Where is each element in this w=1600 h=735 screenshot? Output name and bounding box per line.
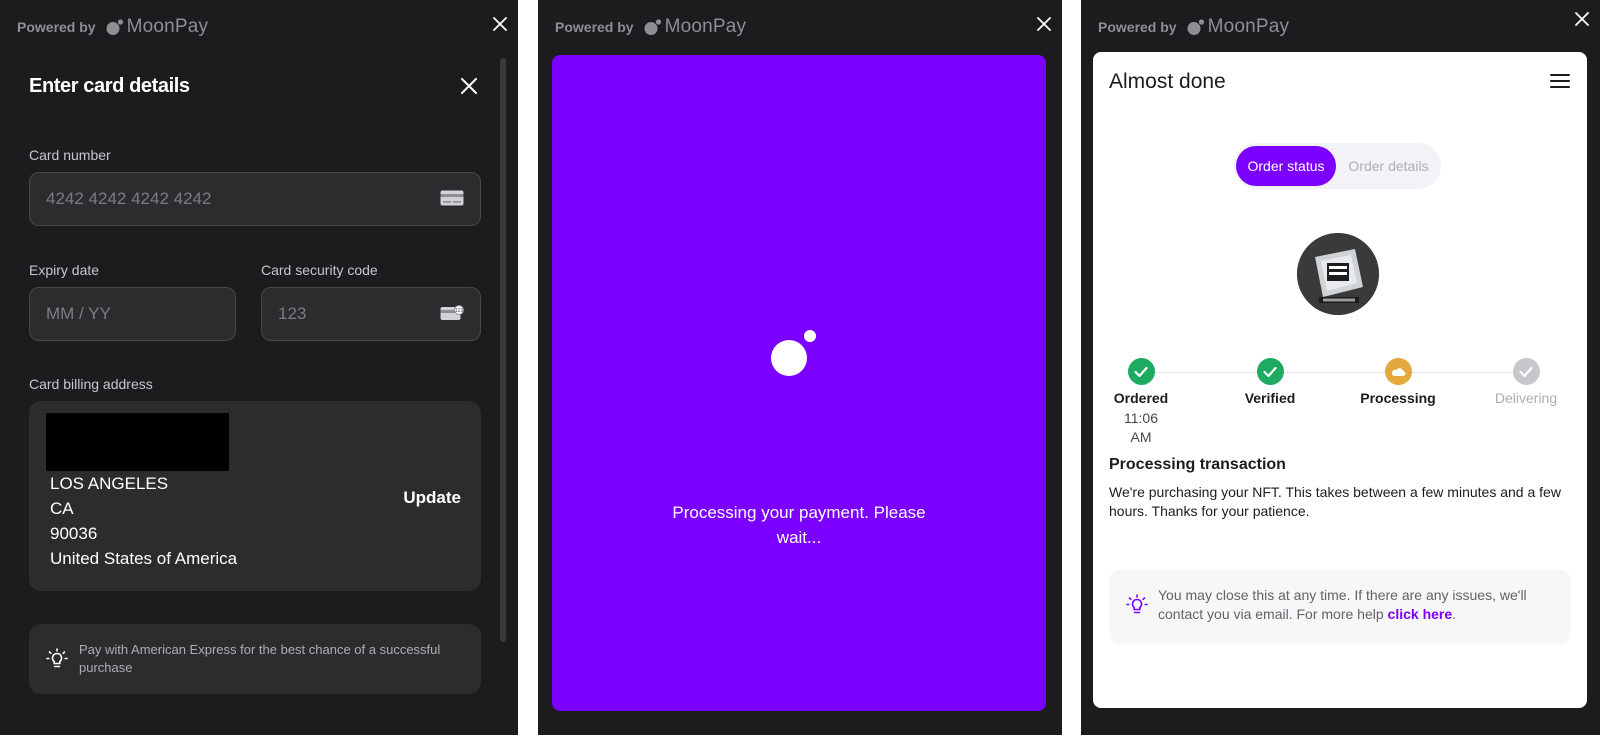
step-verified-label: Verified xyxy=(1244,390,1296,406)
lightbulb-icon xyxy=(1126,594,1148,621)
moonpay-logo: MoonPay xyxy=(644,16,747,38)
card-number-label: Card number xyxy=(29,147,111,163)
moonpay-logo-icon xyxy=(1187,19,1204,35)
step-processing-label: Processing xyxy=(1360,390,1436,406)
moonpay-logo-icon xyxy=(644,19,661,35)
moonpay-logo-icon xyxy=(106,19,123,35)
expiry-input[interactable]: MM / YY xyxy=(29,287,236,341)
card-form-close-button[interactable] xyxy=(458,75,480,97)
help-link[interactable]: click here xyxy=(1388,606,1453,622)
step-delivering: Delivering xyxy=(1471,358,1581,406)
help-text-body: You may close this at any time. If there… xyxy=(1158,587,1527,622)
powered-by-text: Powered by xyxy=(555,19,634,35)
help-text: You may close this at any time. If there… xyxy=(1158,586,1558,624)
card-number-placeholder: 4242 4242 4242 4242 xyxy=(46,189,212,208)
brand-name: MoonPay xyxy=(126,16,209,37)
expiry-label: Expiry date xyxy=(29,262,100,278)
help-info-box: You may close this at any time. If there… xyxy=(1110,570,1570,642)
billing-address-box: LOS ANGELES CA 90036 United States of Am… xyxy=(29,401,481,591)
moonpay-logo: MoonPay xyxy=(1187,16,1290,38)
lightbulb-icon xyxy=(46,648,68,675)
amex-tip-text: Pay with American Express for the best c… xyxy=(79,642,441,675)
powered-by-text: Powered by xyxy=(1098,19,1177,35)
update-address-button[interactable]: Update xyxy=(403,488,461,508)
check-icon xyxy=(1256,358,1284,385)
step-ordered-time: 11:06 AM xyxy=(1124,410,1158,445)
nft-thumbnail-image xyxy=(1297,233,1379,315)
check-icon xyxy=(1127,358,1155,385)
powered-by-text: Powered by xyxy=(17,19,96,35)
tab-order-details[interactable]: Order details xyxy=(1338,146,1439,186)
order-status-title: Almost done xyxy=(1109,70,1226,93)
help-text-suffix: . xyxy=(1452,606,1457,622)
moonpay-logo: MoonPay xyxy=(106,16,209,38)
hamburger-menu-icon[interactable] xyxy=(1549,72,1571,95)
step-ordered: Ordered 11:06 AM xyxy=(1086,358,1196,447)
moonpay-loader-icon xyxy=(768,329,818,384)
svg-text:123: 123 xyxy=(455,308,464,314)
panel-close-button[interactable] xyxy=(1572,9,1592,29)
close-icon xyxy=(493,17,507,31)
step-delivering-label: Delivering xyxy=(1494,390,1558,406)
progress-track xyxy=(1141,372,1527,373)
card-details-panel: Powered by MoonPay Enter card details Ca… xyxy=(0,0,518,735)
cvc-placeholder: 123 xyxy=(278,304,307,323)
powered-by-branding: Powered by MoonPay xyxy=(555,16,746,38)
close-icon xyxy=(1575,12,1589,26)
check-icon xyxy=(1512,358,1540,385)
cvc-label: Card security code xyxy=(261,262,378,278)
card-form-title: Enter card details xyxy=(29,75,190,97)
card-cvc-icon: 123 xyxy=(440,305,464,326)
step-processing: Processing xyxy=(1343,358,1453,406)
card-number-input[interactable]: 4242 4242 4242 4242 xyxy=(29,172,481,226)
step-ordered-label: Ordered xyxy=(1113,390,1169,406)
billing-address-label: Card billing address xyxy=(29,376,153,392)
tab-order-status[interactable]: Order status xyxy=(1236,146,1336,186)
order-tabs: Order status Order details xyxy=(1234,143,1441,189)
close-icon xyxy=(461,78,477,94)
close-icon xyxy=(1037,17,1051,31)
processing-screen: Processing your payment. Please wait... xyxy=(552,55,1046,711)
panel-close-button[interactable] xyxy=(490,14,510,34)
scrollbar[interactable] xyxy=(500,58,506,642)
address-city: LOS ANGELES xyxy=(50,474,169,493)
screenshot-stage: Powered by MoonPay Enter card details Ca… xyxy=(0,0,1600,735)
amex-tip-box: Pay with American Express for the best c… xyxy=(29,624,481,694)
address-country: United States of America xyxy=(50,549,238,568)
step-verified: Verified xyxy=(1215,358,1325,406)
order-status-card: Almost done Order status Order details O… xyxy=(1093,52,1587,708)
cloud-icon xyxy=(1384,358,1412,385)
credit-card-icon xyxy=(440,190,464,211)
processing-message: Processing your payment. Please wait... xyxy=(672,503,926,547)
expiry-placeholder: MM / YY xyxy=(46,304,111,323)
redacted-name-block xyxy=(46,413,229,471)
order-status-panel: Powered by MoonPay Almost done Order sta… xyxy=(1081,0,1600,735)
cvc-input[interactable]: 123 123 xyxy=(261,287,481,341)
processing-panel: Powered by MoonPay Processing your payme… xyxy=(538,0,1062,735)
panel-close-button[interactable] xyxy=(1034,14,1054,34)
brand-name: MoonPay xyxy=(664,16,747,37)
processing-transaction-body: We're purchasing your NFT. This takes be… xyxy=(1109,484,1561,519)
powered-by-branding: Powered by MoonPay xyxy=(1098,16,1289,38)
address-zip: 90036 xyxy=(50,524,98,543)
processing-transaction-title: Processing transaction xyxy=(1109,456,1286,473)
address-state: CA xyxy=(50,499,74,518)
powered-by-branding: Powered by MoonPay xyxy=(17,16,208,38)
brand-name: MoonPay xyxy=(1207,16,1290,37)
